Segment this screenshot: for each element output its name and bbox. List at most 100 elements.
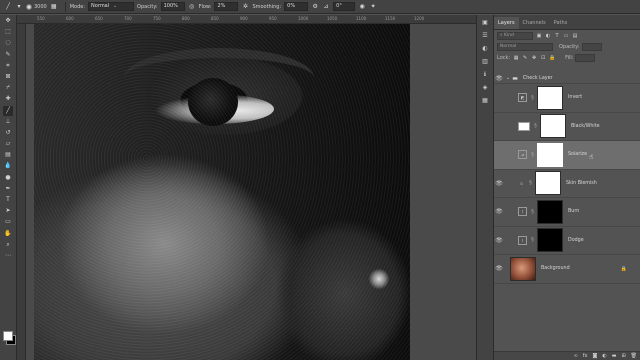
gradient-icon[interactable]: ▤ — [3, 150, 13, 160]
more-tools-icon[interactable]: ⋯ — [3, 251, 13, 261]
visibility-eye-icon[interactable]: 👁 — [494, 208, 504, 215]
adjustments-icon[interactable]: ◐ — [480, 44, 490, 54]
visibility-eye-icon[interactable]: 👁 — [494, 265, 504, 272]
chevron-down-icon[interactable]: ⌄ — [506, 75, 510, 81]
link-icon[interactable]: § — [530, 152, 535, 158]
brush-tool-icon[interactable]: ╱ — [4, 3, 12, 11]
crop-icon[interactable]: ⌗ — [3, 61, 13, 71]
quick-select-icon[interactable]: ✎ — [3, 50, 13, 60]
zoom-icon[interactable]: ⌕ — [3, 240, 13, 250]
mode-select[interactable]: Normal ⌄ — [88, 2, 135, 11]
chevron-down-icon[interactable]: ▾ — [15, 3, 23, 11]
eraser-icon[interactable]: ▱ — [3, 139, 13, 149]
history-icon[interactable]: ▣ — [480, 18, 490, 28]
layer-opacity-input[interactable] — [581, 42, 602, 51]
layer-mask-thumbnail[interactable] — [537, 228, 563, 253]
lock-artboard-icon[interactable]: ⊡ — [540, 55, 546, 61]
layer-mask-thumbnail[interactable] — [540, 114, 566, 139]
new-adjustment-icon[interactable]: ◐ — [602, 353, 606, 359]
layer-row-check-layer[interactable]: 👁 ⌄ ▬ Check Layer — [494, 73, 640, 84]
healing-brush-icon[interactable]: ✚ — [3, 94, 13, 104]
foreground-color-swatch[interactable] — [3, 331, 13, 341]
filter-type-icon[interactable]: T — [554, 33, 560, 39]
brush-icon[interactable]: ╱ — [3, 105, 13, 116]
layer-row-skin-blemish[interactable]: 👁 ♲ § Skin Blemish — [494, 170, 640, 198]
link-icon[interactable]: § — [530, 209, 535, 215]
smoothing-input[interactable]: 0% — [284, 2, 309, 11]
info-icon[interactable]: ℹ — [480, 70, 490, 80]
type-icon[interactable]: T — [3, 195, 13, 205]
new-group-icon[interactable]: ▬ — [612, 353, 617, 359]
layer-row-background[interactable]: 👁 Background 🔒 — [494, 255, 640, 284]
fx-icon[interactable]: fx — [583, 353, 588, 359]
document-canvas[interactable] — [34, 24, 410, 360]
hand-icon[interactable]: ✋ — [3, 229, 13, 239]
layer-mask-thumbnail[interactable] — [537, 199, 563, 224]
new-layer-icon[interactable]: ⊞ — [621, 353, 625, 359]
gear-icon[interactable]: ⚙ — [311, 3, 319, 11]
filter-pixel-icon[interactable]: ▣ — [536, 33, 542, 39]
layer-row-invert[interactable]: ◩ § Invert — [494, 84, 640, 113]
airbrush-icon[interactable]: ✲ — [241, 3, 249, 11]
layer-mask-thumbnail[interactable] — [537, 142, 563, 167]
lock-move-icon[interactable]: ✥ — [531, 55, 537, 61]
brush-size[interactable]: 3000 — [34, 4, 47, 10]
link-icon[interactable]: § — [533, 123, 538, 129]
add-mask-icon[interactable]: ◙ — [592, 353, 597, 359]
path-select-icon[interactable]: ➤ — [3, 206, 13, 216]
marquee-icon[interactable]: ⬚ — [3, 27, 13, 37]
opacity-input[interactable]: 100% — [160, 2, 185, 11]
lasso-icon[interactable]: ◌ — [3, 38, 13, 48]
dodge-icon[interactable]: ● — [3, 173, 13, 183]
layer-row-black-white[interactable]: § Black/White — [494, 113, 640, 141]
visibility-eye-icon[interactable]: 👁 — [494, 180, 504, 187]
link-icon[interactable]: § — [530, 237, 535, 243]
layer-row-solarize[interactable]: ⊿ § Solarize ☝ — [494, 141, 640, 170]
filter-adjustment-icon[interactable]: ◐ — [545, 33, 551, 39]
pen-icon[interactable]: ✒ — [3, 184, 13, 194]
clone-stamp-icon[interactable]: ⊥ — [3, 117, 13, 127]
angle-input[interactable]: 0° — [333, 2, 356, 11]
opacity-label: Opacity: — [559, 43, 580, 50]
link-icon[interactable]: § — [530, 95, 535, 101]
history-brush-icon[interactable]: ↺ — [3, 128, 13, 138]
visibility-eye-icon[interactable]: 👁 — [494, 237, 504, 244]
swatches-icon[interactable]: ▦ — [480, 96, 490, 106]
tab-layers[interactable]: Layers — [494, 17, 519, 29]
lock-pixels-icon[interactable]: ▦ — [513, 55, 519, 61]
libraries-icon[interactable]: ▥ — [480, 57, 490, 67]
link-icon[interactable]: § — [528, 180, 533, 186]
layer-thumbnail[interactable] — [510, 256, 536, 281]
pressure-size-icon[interactable]: ◉ — [358, 3, 366, 11]
tab-paths[interactable]: Paths — [550, 17, 572, 29]
brush-preset-icon[interactable] — [26, 3, 32, 10]
fill-input[interactable] — [575, 53, 596, 62]
frame-icon[interactable]: ⊠ — [3, 72, 13, 82]
move-icon[interactable]: ✥ — [3, 16, 13, 26]
trash-icon[interactable]: 🗑 — [631, 353, 637, 359]
rectangle-icon[interactable]: ▭ — [3, 217, 13, 227]
lock-all-icon[interactable]: 🔒 — [549, 55, 555, 61]
angle-icon[interactable]: ⊿ — [322, 3, 330, 11]
blur-icon[interactable]: 💧 — [3, 161, 13, 171]
link-layers-icon[interactable]: ∞ — [574, 353, 578, 359]
layer-mask-thumbnail[interactable] — [537, 85, 563, 110]
properties-icon[interactable]: ☰ — [480, 31, 490, 41]
pressure-opacity-icon[interactable]: ◎ — [188, 3, 196, 11]
blend-mode-select[interactable]: Normal — [497, 42, 553, 51]
layer-mask-thumbnail[interactable] — [535, 171, 561, 196]
brush-settings-icon[interactable]: ▦ — [50, 3, 58, 11]
eyedropper-icon[interactable]: ⌿ — [3, 83, 13, 93]
filter-shape-icon[interactable]: ▭ — [563, 33, 569, 39]
kind-filter-select[interactable]: ⌕ Kind — [497, 31, 533, 40]
color-icon[interactable]: ◈ — [480, 83, 490, 93]
layer-row-dodge[interactable]: 👁 ⌇ § Dodge — [494, 227, 640, 255]
symmetry-icon[interactable]: ✦ — [369, 3, 377, 11]
ruler-tick-label: 850 — [211, 16, 219, 21]
visibility-eye-icon[interactable]: 👁 — [494, 75, 504, 82]
filter-smart-icon[interactable]: ▤ — [572, 33, 578, 39]
flow-input[interactable]: 2% — [214, 2, 239, 11]
lock-paint-icon[interactable]: ✎ — [522, 55, 528, 61]
layer-row-burn[interactable]: 👁 ⌇ § Burn — [494, 198, 640, 227]
tab-channels[interactable]: Channels — [519, 17, 550, 29]
